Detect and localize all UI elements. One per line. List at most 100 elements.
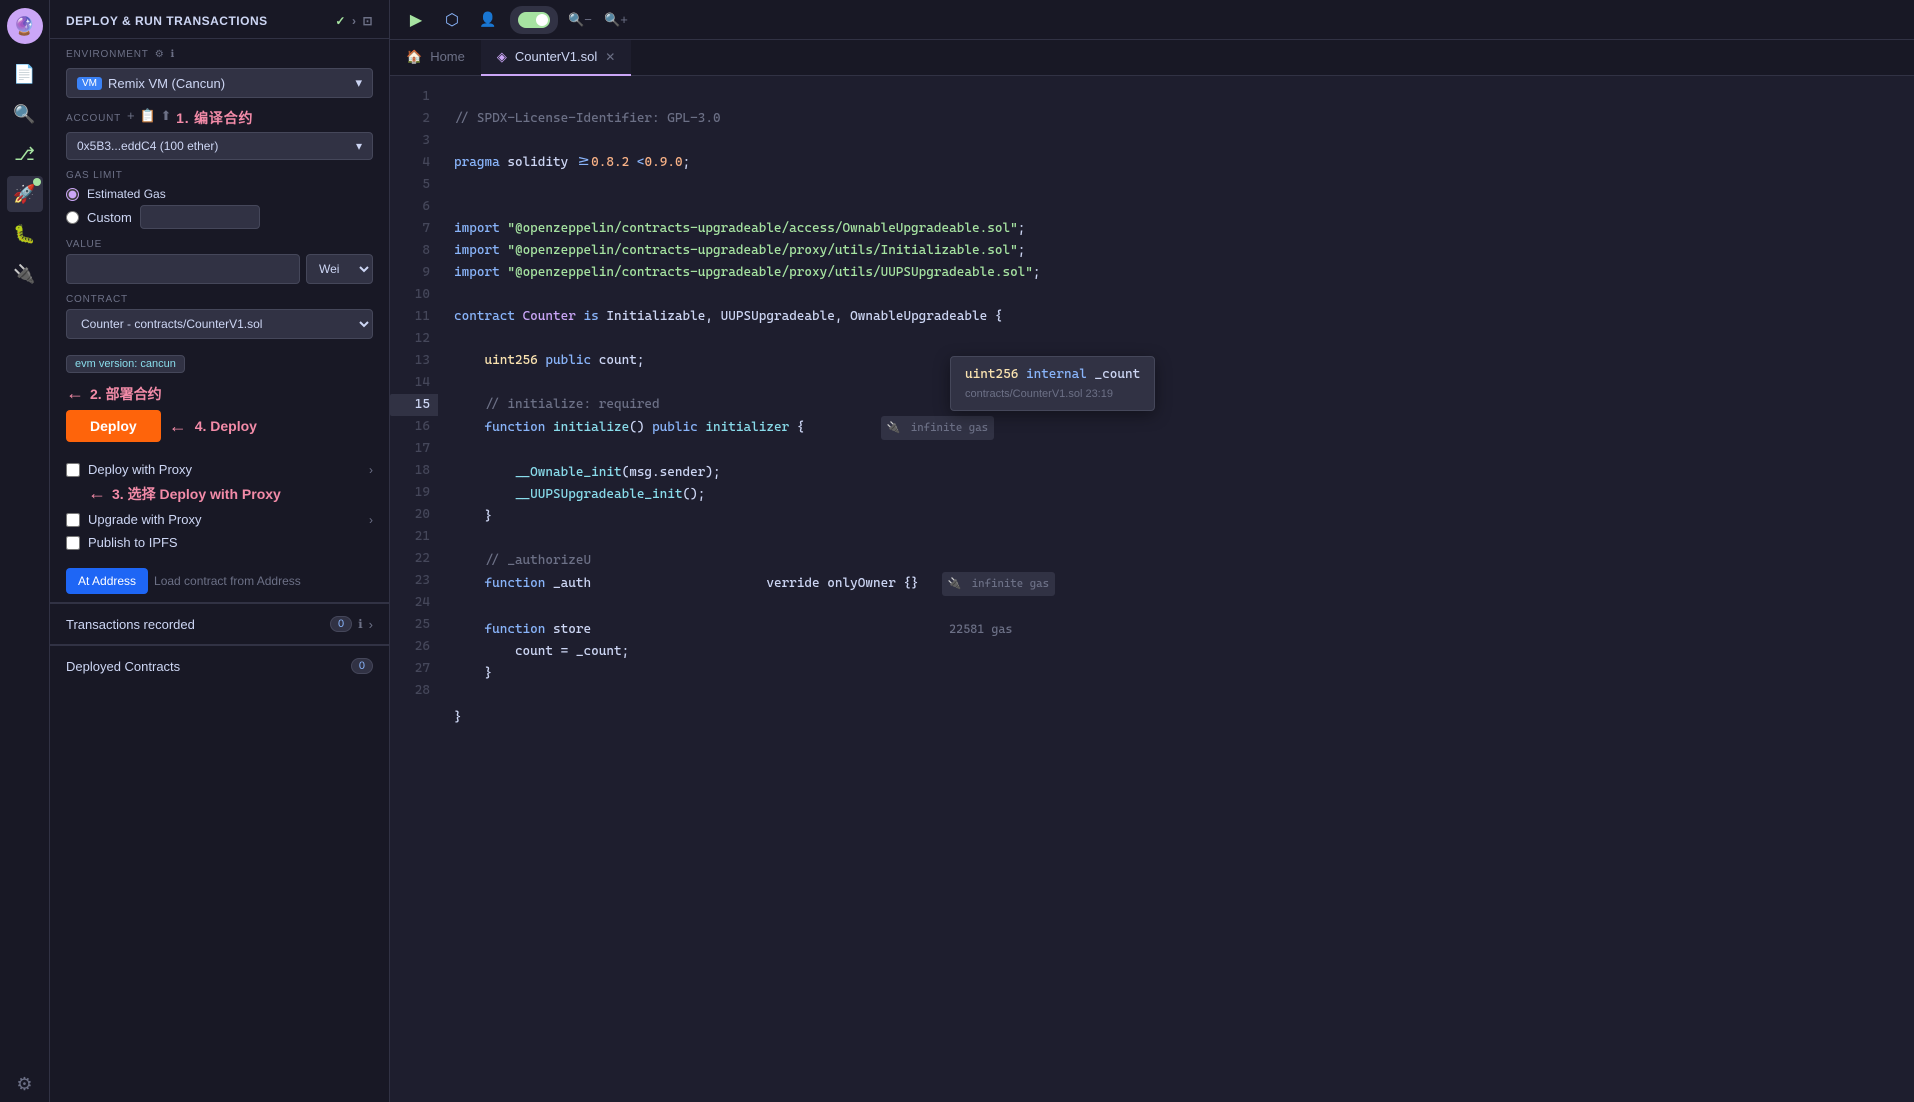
tx-button[interactable]: 👤	[474, 6, 502, 34]
icon-sidebar: 🔮 📄 🔍 ⎇ 🚀 🐛 🔌 ⚙	[0, 0, 50, 1102]
environment-value: Remix VM (Cancun)	[108, 76, 225, 91]
toggle-inner	[518, 12, 550, 28]
account-dropdown-icon: ▾	[356, 139, 362, 153]
load-contract-link[interactable]: Load contract from Address	[154, 574, 301, 588]
nav-plugin-icon[interactable]: 🔌	[7, 256, 43, 292]
upgrade-proxy-checkbox[interactable]	[66, 513, 80, 527]
deployed-contracts-label: Deployed Contracts	[66, 659, 345, 674]
env-dropdown-icon: ▾	[355, 75, 362, 91]
env-info-icon[interactable]: ℹ	[170, 49, 175, 60]
deploy-arrow: ←	[169, 416, 187, 437]
step3-annotation: 3. 选择 Deploy with Proxy	[112, 484, 281, 504]
contract-label: CONTRACT	[66, 294, 373, 305]
transactions-section[interactable]: Transactions recorded 0 ℹ ›	[50, 603, 389, 644]
publish-ipfs-checkbox-row[interactable]: Publish to IPFS	[66, 531, 373, 554]
deployed-contracts-count-badge: 0	[351, 658, 373, 674]
contract-select[interactable]: Counter - contracts/CounterV1.sol	[66, 309, 373, 339]
upgrade-proxy-expand-icon[interactable]: ›	[369, 513, 373, 527]
step1-annotation: 1. 编译合约	[176, 108, 253, 128]
tooltip-main-text: uint256 internal _count	[965, 367, 1140, 382]
tab-home-label: Home	[430, 49, 465, 64]
code-editor: 12345 678910 11121314 15 1617181920 2122…	[390, 76, 1914, 1102]
nav-settings-icon[interactable]: ⚙	[7, 1066, 43, 1102]
code-content[interactable]: // SPDX-License-Identifier: GPL-3.0 prag…	[438, 76, 1914, 1102]
checkbox-section: Deploy with Proxy › ← 3. 选择 Deploy with …	[50, 452, 389, 560]
environment-label: ENVIRONMENT ⚙ ℹ	[50, 39, 389, 64]
logo-icon[interactable]: 🔮	[7, 8, 43, 44]
deploy-button[interactable]: Deploy	[66, 410, 161, 442]
deployed-contracts-section: Deployed Contracts 0	[50, 645, 389, 686]
upgrade-proxy-label: Upgrade with Proxy	[88, 512, 201, 527]
custom-gas-row: Custom 3000000	[66, 205, 373, 229]
env-settings-icon[interactable]: ⚙	[155, 49, 165, 60]
file-icon: ◈	[497, 49, 507, 65]
value-input[interactable]: 0	[66, 254, 300, 284]
value-unit-select[interactable]: Wei Gwei Ether	[306, 254, 373, 284]
account-value: 0x5B3...eddC4 (100 ether)	[77, 139, 218, 153]
infinite-gas-badge-22: 🔌 infinite gas	[942, 572, 1056, 596]
step3-arrow: ←	[88, 483, 106, 504]
tab-counterv1-label: CounterV1.sol	[515, 49, 597, 64]
account-copy-icon[interactable]: 📋	[139, 108, 156, 128]
gas-limit-label: GAS LIMIT	[66, 170, 373, 181]
evm-badge: evm version: cancun	[66, 355, 185, 373]
step4-annotation: 4. Deploy	[195, 418, 257, 434]
tab-home[interactable]: 🏠 Home	[390, 40, 481, 76]
nav-search-icon[interactable]: 🔍	[7, 96, 43, 132]
deploy-proxy-checkbox-row[interactable]: Deploy with Proxy ›	[66, 458, 373, 481]
toggle-button[interactable]	[510, 6, 558, 34]
tab-close-button[interactable]: ✕	[605, 50, 615, 64]
transactions-info-icon[interactable]: ℹ	[358, 617, 363, 631]
custom-gas-radio[interactable]	[66, 211, 79, 224]
transactions-expand-icon[interactable]: ›	[369, 617, 373, 632]
account-select[interactable]: 0x5B3...eddC4 (100 ether) ▾	[66, 132, 373, 160]
custom-gas-input[interactable]: 3000000	[140, 205, 260, 229]
deploy-section: Deploy ← 4. Deploy	[50, 410, 389, 452]
transactions-label: Transactions recorded	[66, 617, 324, 632]
toolbar: ▶ ⬡ 👤 🔍− 🔍+	[390, 0, 1914, 40]
nav-files-icon[interactable]: 📄	[7, 56, 43, 92]
toggle-knob	[536, 14, 548, 26]
account-label: ACCOUNT + 📋 ⬆ 1. 编译合约	[66, 108, 373, 128]
panel-title-text: DEPLOY & RUN TRANSACTIONS	[66, 14, 268, 28]
tab-counterv1[interactable]: ◈ CounterV1.sol ✕	[481, 40, 631, 76]
nav-deploy-icon[interactable]: 🚀	[7, 176, 43, 212]
step2-arrow: ←	[66, 383, 84, 404]
at-address-button[interactable]: At Address	[66, 568, 148, 594]
infinite-gas-badge-15: 🔌 infinite gas	[881, 416, 995, 440]
deploy-proxy-checkbox[interactable]	[66, 463, 80, 477]
at-address-section: At Address Load contract from Address	[50, 560, 389, 602]
custom-gas-label: Custom	[87, 210, 132, 225]
zoom-in-button[interactable]: 🔍+	[602, 6, 630, 34]
step2-annotation: 2. 部署合约	[90, 384, 162, 404]
nav-debug-icon[interactable]: 🐛	[7, 216, 43, 252]
tooltip-file-text: contracts/CounterV1.sol 23:19	[965, 388, 1140, 400]
left-panel: DEPLOY & RUN TRANSACTIONS ✓ › ⊡ ENVIRONM…	[50, 0, 390, 1102]
estimated-gas-radio-row: Estimated Gas	[66, 187, 373, 201]
autocomplete-tooltip: uint256 internal _count contracts/Counte…	[950, 356, 1155, 411]
transactions-count-badge: 0	[330, 616, 352, 632]
account-add-icon[interactable]: +	[127, 108, 135, 128]
main-content: ▶ ⬡ 👤 🔍− 🔍+ 🏠 Home ◈ CounterV1.sol ✕ 123…	[390, 0, 1914, 1102]
estimated-gas-radio[interactable]	[66, 188, 79, 201]
upgrade-proxy-checkbox-row[interactable]: Upgrade with Proxy ›	[66, 508, 373, 531]
vm-badge: VM	[77, 77, 102, 90]
estimated-gas-label: Estimated Gas	[87, 187, 166, 201]
publish-ipfs-checkbox[interactable]	[66, 536, 80, 550]
maximize-icon[interactable]: ⊡	[362, 14, 373, 28]
run-button[interactable]: ▶	[402, 6, 430, 34]
zoom-out-button[interactable]: 🔍−	[566, 6, 594, 34]
deploy-proxy-label: Deploy with Proxy	[88, 462, 192, 477]
debug-button[interactable]: ⬡	[438, 6, 466, 34]
value-label: VALUE	[66, 239, 373, 250]
deploy-proxy-expand-icon[interactable]: ›	[369, 463, 373, 477]
home-icon: 🏠	[406, 49, 422, 65]
line-numbers: 12345 678910 11121314 15 1617181920 2122…	[390, 76, 438, 1102]
arrow-right-icon[interactable]: ›	[352, 14, 357, 28]
environment-select[interactable]: VM Remix VM (Cancun) ▾	[66, 68, 373, 98]
account-export-icon[interactable]: ⬆	[160, 108, 172, 128]
panel-title: DEPLOY & RUN TRANSACTIONS ✓ › ⊡	[50, 0, 389, 39]
check-icon[interactable]: ✓	[335, 14, 346, 28]
nav-git-icon[interactable]: ⎇	[7, 136, 43, 172]
publish-ipfs-label: Publish to IPFS	[88, 535, 178, 550]
